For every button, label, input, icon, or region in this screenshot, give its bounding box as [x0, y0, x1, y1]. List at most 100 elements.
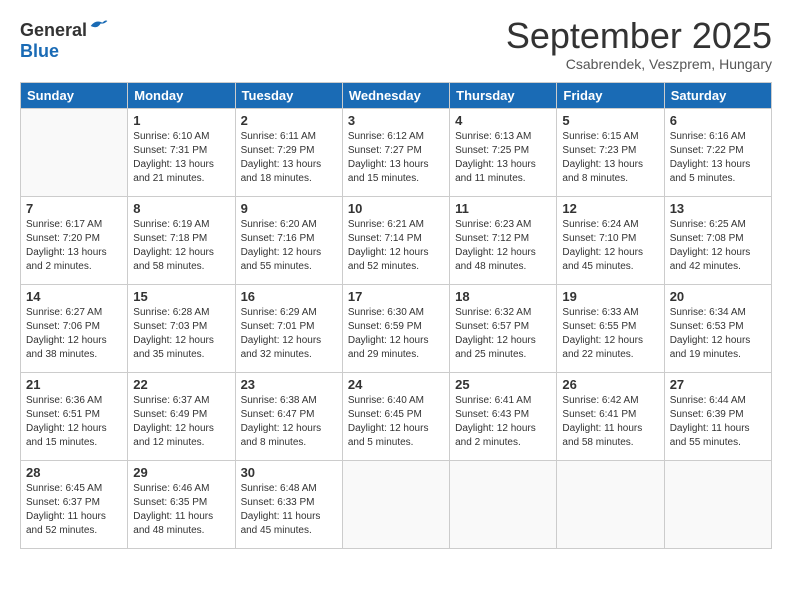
- day-number: 29: [133, 465, 229, 480]
- calendar-table: SundayMondayTuesdayWednesdayThursdayFrid…: [20, 82, 772, 549]
- calendar-cell: 25 Sunrise: 6:41 AM Sunset: 6:43 PM Dayli…: [450, 372, 557, 460]
- day-number: 11: [455, 201, 551, 216]
- calendar-cell: 22Sunrise: 6:37 AM Sunset: 6:49 PM Dayli…: [128, 372, 235, 460]
- calendar-header-tuesday: Tuesday: [235, 82, 342, 108]
- day-number: 18: [455, 289, 551, 304]
- day-info: Sunrise: 6:28 AM Sunset: 7:03 PM Dayligh…: [133, 306, 229, 362]
- day-info: Sunrise: 6:44 AM Sunset: 6:39 PM Dayligh…: [670, 394, 766, 450]
- logo: General Blue: [20, 16, 109, 62]
- calendar-cell: 30 Sunrise: 6:48 AM Sunset: 6:33 PM Dayli…: [235, 460, 342, 548]
- day-info: Sunrise: 6:34 AM Sunset: 6:53 PM Dayligh…: [670, 306, 766, 362]
- day-number: 8: [133, 201, 229, 216]
- calendar-cell: 21 Sunrise: 6:36 AM Sunset: 6:51 PM Dayli…: [21, 372, 128, 460]
- calendar-cell: 18 Sunrise: 6:32 AM Sunset: 6:57 PM Dayli…: [450, 284, 557, 372]
- day-number: 27: [670, 377, 766, 392]
- calendar-header-wednesday: Wednesday: [342, 82, 449, 108]
- calendar-header-friday: Friday: [557, 82, 664, 108]
- day-info: Sunrise: 6:30 AM Sunset: 6:59 PM Dayligh…: [348, 306, 444, 362]
- day-number: 15: [133, 289, 229, 304]
- day-info: Sunrise: 6:15 AM Sunset: 7:23 PM Dayligh…: [562, 130, 658, 186]
- calendar-cell: 14 Sunrise: 6:27 AM Sunset: 7:06 PM Dayli…: [21, 284, 128, 372]
- day-info: Sunrise: 6:45 AM Sunset: 6:37 PM Dayligh…: [26, 482, 122, 538]
- calendar-cell: 19Sunrise: 6:33 AM Sunset: 6:55 PM Dayli…: [557, 284, 664, 372]
- day-number: 9: [241, 201, 337, 216]
- day-number: 20: [670, 289, 766, 304]
- day-number: 24: [348, 377, 444, 392]
- day-number: 21: [26, 377, 122, 392]
- calendar-cell: 10Sunrise: 6:21 AM Sunset: 7:14 PM Dayli…: [342, 196, 449, 284]
- location: Csabrendek, Veszprem, Hungary: [506, 56, 772, 72]
- day-number: 10: [348, 201, 444, 216]
- calendar-cell: 15 Sunrise: 6:28 AM Sunset: 7:03 PM Dayli…: [128, 284, 235, 372]
- day-info: Sunrise: 6:17 AM Sunset: 7:20 PM Dayligh…: [26, 218, 122, 274]
- day-number: 19: [562, 289, 658, 304]
- day-number: 1: [133, 113, 229, 128]
- day-info: Sunrise: 6:19 AM Sunset: 7:18 PM Dayligh…: [133, 218, 229, 274]
- calendar-cell: [450, 460, 557, 548]
- day-info: Sunrise: 6:11 AM Sunset: 7:29 PM Dayligh…: [241, 130, 337, 186]
- calendar-cell: [342, 460, 449, 548]
- day-number: 14: [26, 289, 122, 304]
- day-info: Sunrise: 6:12 AM Sunset: 7:27 PM Dayligh…: [348, 130, 444, 186]
- day-info: Sunrise: 6:20 AM Sunset: 7:16 PM Dayligh…: [241, 218, 337, 274]
- page: General Blue September 2025 Csabrendek, …: [0, 0, 792, 559]
- calendar-cell: 12 Sunrise: 6:24 AM Sunset: 7:10 PM Dayli…: [557, 196, 664, 284]
- day-number: 30: [241, 465, 337, 480]
- day-info: Sunrise: 6:42 AM Sunset: 6:41 PM Dayligh…: [562, 394, 658, 450]
- day-info: Sunrise: 6:46 AM Sunset: 6:35 PM Dayligh…: [133, 482, 229, 538]
- calendar-cell: 9 Sunrise: 6:20 AM Sunset: 7:16 PM Daylig…: [235, 196, 342, 284]
- day-number: 28: [26, 465, 122, 480]
- calendar-cell: 13Sunrise: 6:25 AM Sunset: 7:08 PM Dayli…: [664, 196, 771, 284]
- day-info: Sunrise: 6:40 AM Sunset: 6:45 PM Dayligh…: [348, 394, 444, 450]
- calendar-cell: 11 Sunrise: 6:23 AM Sunset: 7:12 PM Dayli…: [450, 196, 557, 284]
- calendar-cell: 29 Sunrise: 6:46 AM Sunset: 6:35 PM Dayli…: [128, 460, 235, 548]
- calendar-cell: 7 Sunrise: 6:17 AM Sunset: 7:20 PM Daylig…: [21, 196, 128, 284]
- day-number: 7: [26, 201, 122, 216]
- calendar-cell: [664, 460, 771, 548]
- calendar-header-saturday: Saturday: [664, 82, 771, 108]
- day-number: 25: [455, 377, 551, 392]
- calendar-cell: 27 Sunrise: 6:44 AM Sunset: 6:39 PM Dayli…: [664, 372, 771, 460]
- logo-text: General: [20, 16, 109, 41]
- day-number: 17: [348, 289, 444, 304]
- day-info: Sunrise: 6:32 AM Sunset: 6:57 PM Dayligh…: [455, 306, 551, 362]
- calendar-cell: 6Sunrise: 6:16 AM Sunset: 7:22 PM Daylig…: [664, 108, 771, 196]
- day-info: Sunrise: 6:23 AM Sunset: 7:12 PM Dayligh…: [455, 218, 551, 274]
- day-info: Sunrise: 6:27 AM Sunset: 7:06 PM Dayligh…: [26, 306, 122, 362]
- header: General Blue September 2025 Csabrendek, …: [20, 16, 772, 72]
- calendar-cell: 23 Sunrise: 6:38 AM Sunset: 6:47 PM Dayli…: [235, 372, 342, 460]
- month-title: September 2025: [506, 16, 772, 56]
- calendar-cell: 5 Sunrise: 6:15 AM Sunset: 7:23 PM Daylig…: [557, 108, 664, 196]
- day-info: Sunrise: 6:29 AM Sunset: 7:01 PM Dayligh…: [241, 306, 337, 362]
- day-number: 6: [670, 113, 766, 128]
- calendar-cell: 16 Sunrise: 6:29 AM Sunset: 7:01 PM Dayli…: [235, 284, 342, 372]
- day-number: 2: [241, 113, 337, 128]
- logo-bird-icon: [89, 16, 109, 36]
- calendar-cell: [557, 460, 664, 548]
- calendar-cell: 20 Sunrise: 6:34 AM Sunset: 6:53 PM Dayli…: [664, 284, 771, 372]
- calendar-cell: 17 Sunrise: 6:30 AM Sunset: 6:59 PM Dayli…: [342, 284, 449, 372]
- calendar-header-thursday: Thursday: [450, 82, 557, 108]
- day-number: 12: [562, 201, 658, 216]
- calendar-cell: 1 Sunrise: 6:10 AM Sunset: 7:31 PM Daylig…: [128, 108, 235, 196]
- calendar-cell: 28 Sunrise: 6:45 AM Sunset: 6:37 PM Dayli…: [21, 460, 128, 548]
- day-info: Sunrise: 6:38 AM Sunset: 6:47 PM Dayligh…: [241, 394, 337, 450]
- day-info: Sunrise: 6:36 AM Sunset: 6:51 PM Dayligh…: [26, 394, 122, 450]
- calendar-cell: 26Sunrise: 6:42 AM Sunset: 6:41 PM Dayli…: [557, 372, 664, 460]
- day-number: 4: [455, 113, 551, 128]
- day-info: Sunrise: 6:48 AM Sunset: 6:33 PM Dayligh…: [241, 482, 337, 538]
- logo-blue-text: Blue: [20, 41, 59, 62]
- calendar-cell: 8 Sunrise: 6:19 AM Sunset: 7:18 PM Daylig…: [128, 196, 235, 284]
- calendar-week-3: 14 Sunrise: 6:27 AM Sunset: 7:06 PM Dayli…: [21, 284, 772, 372]
- calendar-week-4: 21 Sunrise: 6:36 AM Sunset: 6:51 PM Dayli…: [21, 372, 772, 460]
- day-number: 5: [562, 113, 658, 128]
- calendar-header-row: SundayMondayTuesdayWednesdayThursdayFrid…: [21, 82, 772, 108]
- day-number: 3: [348, 113, 444, 128]
- day-info: Sunrise: 6:24 AM Sunset: 7:10 PM Dayligh…: [562, 218, 658, 274]
- calendar-cell: 2 Sunrise: 6:11 AM Sunset: 7:29 PM Daylig…: [235, 108, 342, 196]
- day-number: 13: [670, 201, 766, 216]
- day-info: Sunrise: 6:10 AM Sunset: 7:31 PM Dayligh…: [133, 130, 229, 186]
- day-number: 16: [241, 289, 337, 304]
- day-number: 23: [241, 377, 337, 392]
- day-info: Sunrise: 6:41 AM Sunset: 6:43 PM Dayligh…: [455, 394, 551, 450]
